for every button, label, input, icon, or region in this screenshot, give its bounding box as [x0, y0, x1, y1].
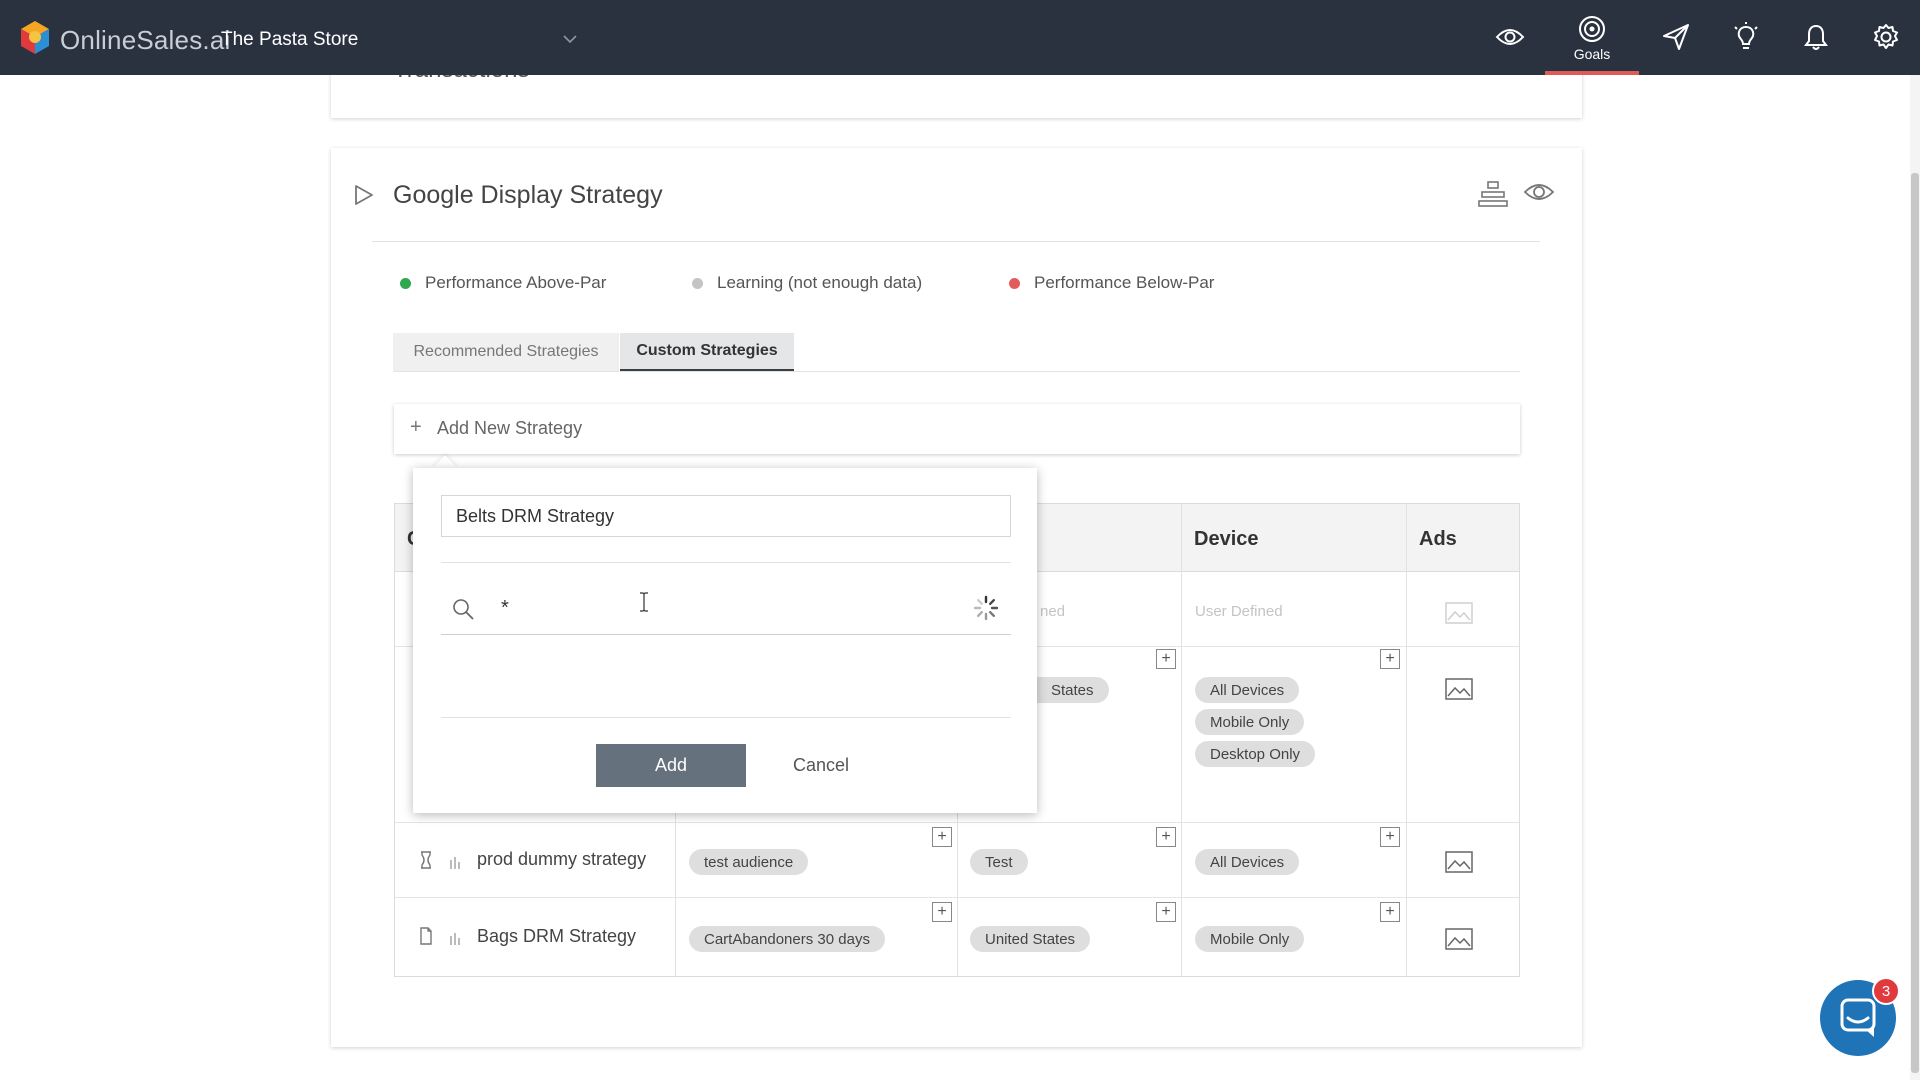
legend-label: Performance Above-Par	[425, 273, 607, 292]
tab-recommended-strategies[interactable]: Recommended Strategies	[393, 333, 619, 371]
plus-icon: +	[410, 416, 422, 438]
add-device-button[interactable]: +	[1380, 649, 1400, 669]
legend-label: Performance Below-Par	[1034, 273, 1215, 292]
nav-goals-label: Goals	[1573, 46, 1611, 62]
play-icon[interactable]	[353, 183, 375, 207]
hourglass-icon	[421, 851, 431, 869]
add-location-button[interactable]: +	[1156, 649, 1176, 669]
section-divider	[372, 241, 1540, 242]
row-divider	[395, 897, 1519, 898]
send-icon[interactable]	[1659, 20, 1693, 54]
device-chip[interactable]: All Devices	[1195, 677, 1300, 703]
loading-spinner-icon	[973, 595, 999, 621]
red-dot-icon	[1009, 277, 1020, 289]
strategy-name-input[interactable]	[441, 495, 1011, 537]
add-device-button[interactable]: +	[1380, 902, 1400, 922]
strategy-name[interactable]: prod dummy strategy	[477, 849, 646, 870]
add-location-button[interactable]: +	[1156, 902, 1176, 922]
add-new-strategy-label: Add New Strategy	[437, 418, 583, 438]
placeholder-location: ned	[1040, 603, 1066, 620]
add-new-strategy-button[interactable]: + Add New Strategy	[394, 404, 1520, 454]
image-icon	[1445, 602, 1473, 624]
column-divider	[1406, 504, 1407, 976]
audience-chip[interactable]: test audience	[689, 849, 809, 875]
chevron-down-icon[interactable]	[561, 32, 579, 46]
new-strategy-popup: Add Cancel	[413, 468, 1037, 813]
page-scrollbar[interactable]	[1910, 75, 1920, 1080]
device-chip[interactable]: Desktop Only	[1195, 741, 1316, 767]
active-nav-indicator	[1545, 71, 1639, 75]
bar-chart-icon[interactable]	[449, 855, 461, 869]
strategy-name[interactable]: Bags DRM Strategy	[477, 926, 636, 947]
brand-name: OnlineSales.ai	[60, 25, 231, 55]
tab-custom-strategies[interactable]: Custom Strategies	[620, 333, 794, 371]
placeholder-device: User Defined	[1195, 603, 1283, 620]
brand-logo-icon[interactable]	[18, 20, 52, 56]
search-icon	[453, 599, 474, 620]
gear-icon[interactable]	[1869, 20, 1903, 54]
legend-above-par: Performance Above-Par	[400, 273, 606, 293]
hierarchy-icon[interactable]	[1478, 180, 1508, 208]
audience-chip[interactable]: CartAbandoners 30 days	[689, 926, 885, 952]
eye-icon[interactable]	[1523, 180, 1555, 204]
row-divider	[395, 822, 1519, 823]
bar-chart-icon[interactable]	[449, 931, 461, 945]
add-device-button[interactable]: +	[1380, 827, 1400, 847]
image-icon[interactable]	[1445, 928, 1473, 950]
scrollbar-thumb[interactable]	[1911, 173, 1919, 1073]
location-chip[interactable]: United States	[970, 926, 1091, 952]
document-icon	[420, 927, 432, 945]
popup-divider	[441, 562, 1011, 563]
legend-below-par: Performance Below-Par	[1009, 273, 1214, 293]
legend-label: Learning (not enough data)	[717, 273, 923, 292]
audience-search-input[interactable]	[501, 592, 941, 624]
add-audience-button[interactable]: +	[932, 902, 952, 922]
gray-dot-icon	[692, 277, 703, 289]
tabs-divider	[393, 371, 1520, 372]
device-chip[interactable]: Mobile Only	[1195, 709, 1305, 735]
device-chip[interactable]: All Devices	[1195, 849, 1300, 875]
add-audience-button[interactable]: +	[932, 827, 952, 847]
audience-search	[441, 583, 1011, 635]
cancel-button[interactable]: Cancel	[776, 744, 866, 787]
nav-goals[interactable]: Goals	[1545, 0, 1639, 75]
store-selector[interactable]: The Pasta Store	[221, 29, 358, 51]
text-cursor-icon	[640, 592, 648, 612]
popup-divider	[441, 717, 1011, 718]
section-title: Google Display Strategy	[393, 181, 663, 209]
add-button[interactable]: Add	[596, 744, 746, 787]
image-icon[interactable]	[1445, 678, 1473, 700]
notification-badge: 3	[1872, 977, 1900, 1005]
image-icon[interactable]	[1445, 851, 1473, 873]
eye-icon[interactable]	[1493, 20, 1527, 54]
legend-learning: Learning (not enough data)	[692, 273, 922, 293]
lightbulb-icon[interactable]	[1729, 20, 1763, 54]
column-header-ads: Ads	[1419, 528, 1457, 550]
column-header-device: Device	[1194, 528, 1259, 550]
target-icon	[1579, 16, 1605, 42]
column-divider	[1181, 504, 1182, 976]
green-dot-icon	[400, 277, 411, 289]
add-location-button[interactable]: +	[1156, 827, 1176, 847]
device-chip[interactable]: Mobile Only	[1195, 926, 1305, 952]
bell-icon[interactable]	[1799, 20, 1833, 54]
location-chip[interactable]: Test	[970, 849, 1028, 875]
